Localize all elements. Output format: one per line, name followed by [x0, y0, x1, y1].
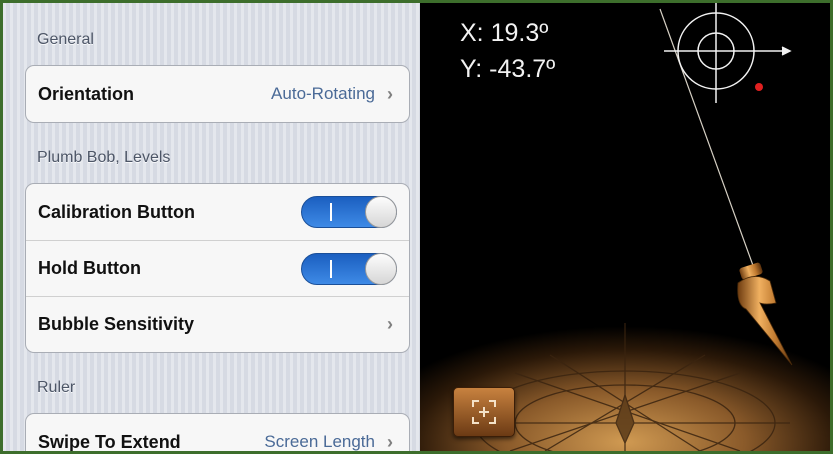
- swipe-to-extend-row[interactable]: Swipe To Extend Screen Length ›: [26, 414, 409, 452]
- chevron-right-icon: ›: [387, 83, 393, 104]
- toggle-knob: [365, 196, 397, 228]
- calibration-button-row: Calibration Button: [26, 184, 409, 240]
- hold-button-toggle[interactable]: [301, 252, 397, 285]
- toggle-on-mark: [330, 259, 332, 278]
- app-frame: General Orientation Auto-Rotating › Plum…: [0, 0, 833, 454]
- crosshair-target: [664, 3, 792, 103]
- calibrate-button[interactable]: [453, 387, 515, 437]
- toggle-knob: [365, 252, 397, 285]
- calibrate-icon: [472, 400, 496, 424]
- bubble-sensitivity-row[interactable]: Bubble Sensitivity ›: [26, 296, 409, 352]
- tilt-indicator-dot: [755, 83, 763, 91]
- chevron-right-icon: ›: [387, 314, 393, 334]
- orientation-label: Orientation: [38, 83, 135, 104]
- settings-group-general: Orientation Auto-Rotating ›: [25, 65, 410, 123]
- y-angle-readout: Y: -43.7º: [460, 55, 556, 83]
- section-header-ruler: Ruler: [37, 379, 76, 396]
- settings-group-plumb-bob: Calibration Button Hold Button Bubble Se…: [25, 183, 410, 353]
- calibration-button-toggle[interactable]: [301, 196, 397, 228]
- swipe-to-extend-value: Screen Length: [264, 432, 375, 451]
- section-header-general: General: [37, 31, 94, 48]
- orientation-row[interactable]: Orientation Auto-Rotating ›: [26, 66, 409, 122]
- plumb-line: [659, 8, 756, 272]
- orientation-value: Auto-Rotating: [271, 84, 375, 103]
- x-angle-readout: X: 19.3º: [460, 19, 549, 47]
- plumb-bob-view: X: 19.3º Y: -43.7º: [420, 3, 830, 451]
- chevron-right-icon: ›: [387, 431, 393, 452]
- swipe-to-extend-label: Swipe To Extend: [38, 431, 181, 452]
- hold-button-label: Hold Button: [38, 258, 141, 278]
- section-header-plumb-bob: Plumb Bob, Levels: [37, 149, 171, 166]
- settings-panel: General Orientation Auto-Rotating › Plum…: [3, 3, 420, 451]
- bubble-sensitivity-label: Bubble Sensitivity: [38, 314, 195, 334]
- toggle-on-mark: [330, 203, 332, 221]
- calibration-button-label: Calibration Button: [38, 201, 195, 222]
- hold-button-row: Hold Button: [26, 240, 409, 296]
- settings-group-ruler: Swipe To Extend Screen Length ›: [25, 413, 410, 451]
